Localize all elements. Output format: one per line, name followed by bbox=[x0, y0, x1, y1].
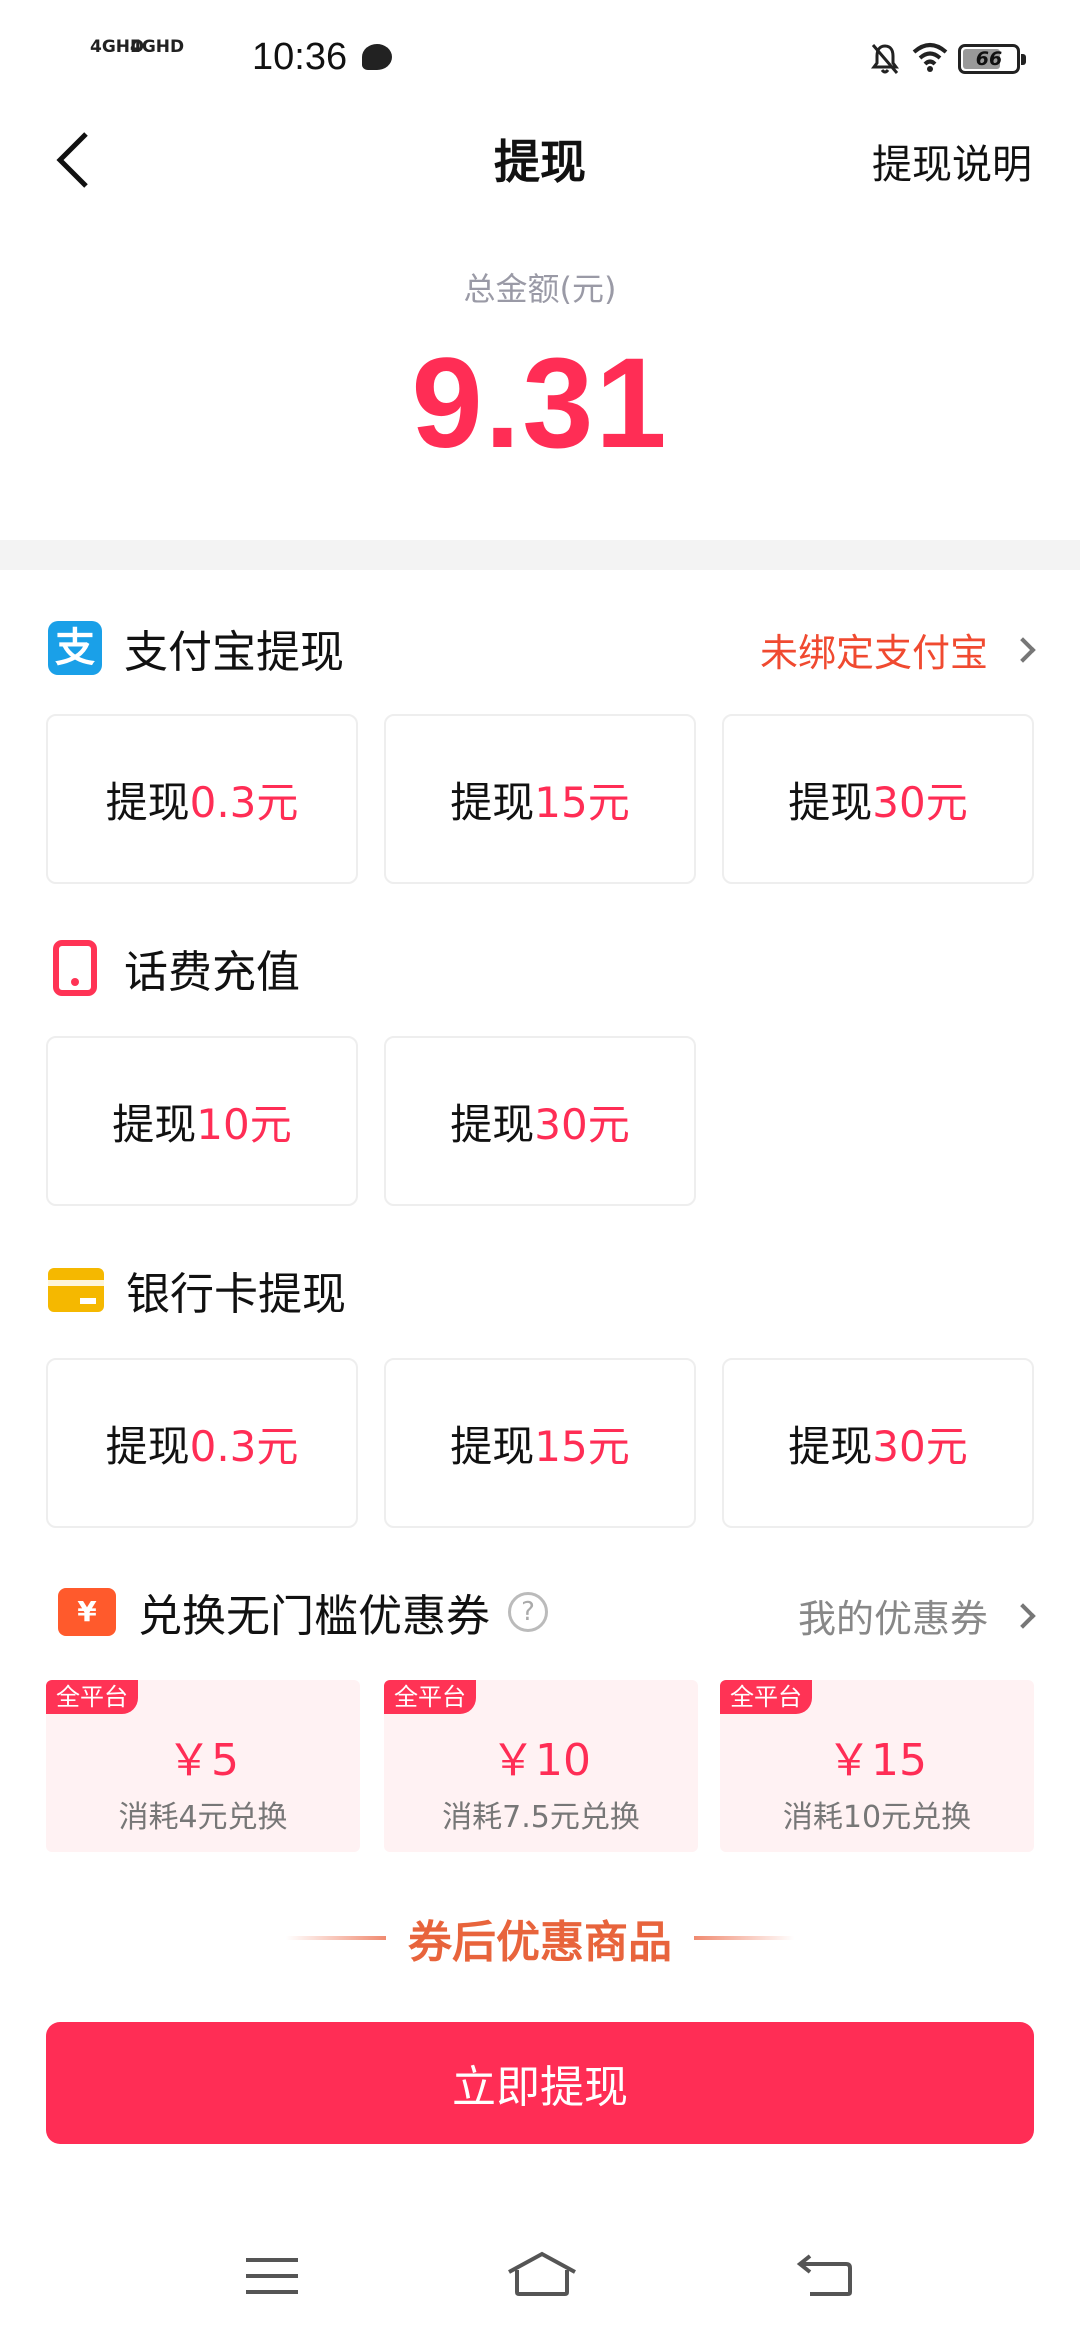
coupon-card-2[interactable]: 全平台 ￥15 消耗10元兑换 bbox=[720, 1680, 1034, 1852]
chevron-right-icon bbox=[1010, 1602, 1036, 1629]
promo-divider-right bbox=[694, 1936, 794, 1940]
bank-option-2[interactable]: 提现 30元 bbox=[722, 1358, 1034, 1528]
withdraw-help-link[interactable]: 提现说明 bbox=[872, 132, 1032, 190]
bank-section-title: 银行卡提现 bbox=[126, 1269, 346, 1320]
chevron-right-icon bbox=[1010, 636, 1036, 663]
signal-icon-sim2: 4GHD bbox=[130, 38, 184, 78]
coupon-tag: 全平台 bbox=[720, 1680, 812, 1714]
option-prefix: 提现 bbox=[450, 1099, 535, 1149]
bank-option-1[interactable]: 提现 15元 bbox=[384, 1358, 696, 1528]
phone-section-title: 话费充值 bbox=[124, 947, 300, 998]
option-amount: 15元 bbox=[534, 1421, 630, 1471]
coupon-section-title: 兑换无门槛优惠券 bbox=[138, 1591, 490, 1642]
phone-section-header: 话费充值 bbox=[48, 938, 300, 998]
phone-option-0[interactable]: 提现 10元 bbox=[46, 1036, 358, 1206]
option-amount: 10元 bbox=[196, 1099, 292, 1149]
wifi-icon bbox=[912, 43, 948, 72]
help-icon[interactable]: ? bbox=[508, 1592, 548, 1632]
coupon-icon: ¥ bbox=[58, 1588, 116, 1636]
coupon-section-header: ¥ 兑换无门槛优惠券 ? bbox=[58, 1582, 548, 1642]
my-coupons-link[interactable]: 我的优惠券 bbox=[797, 1588, 1036, 1643]
option-prefix: 提现 bbox=[112, 1099, 197, 1149]
bell-muted-icon bbox=[871, 44, 899, 74]
coupon-cost: 消耗7.5元兑换 bbox=[442, 1800, 640, 1835]
bind-alipay-link[interactable]: 未绑定支付宝 bbox=[759, 622, 1036, 677]
option-prefix: 提现 bbox=[105, 777, 190, 827]
coupon-cost: 消耗10元兑换 bbox=[782, 1800, 972, 1835]
alipay-section-header: 支 支付宝提现 bbox=[48, 618, 344, 678]
coupon-amount: ￥15 bbox=[827, 1735, 927, 1786]
withdraw-now-button[interactable]: 立即提现 bbox=[46, 2022, 1034, 2144]
section-divider bbox=[0, 540, 1080, 570]
home-icon[interactable] bbox=[505, 2250, 579, 2298]
alipay-section-title: 支付宝提现 bbox=[124, 627, 344, 678]
alipay-option-0[interactable]: 提现 0.3元 bbox=[46, 714, 358, 884]
status-time: 10:36 bbox=[252, 36, 348, 78]
chat-notification-icon bbox=[362, 44, 392, 70]
phone-icon bbox=[53, 940, 97, 996]
coupon-amount: ￥5 bbox=[167, 1735, 239, 1786]
phone-option-1[interactable]: 提现 30元 bbox=[384, 1036, 696, 1206]
alipay-icon: 支 bbox=[48, 621, 102, 675]
coupon-amount: ￥10 bbox=[491, 1735, 591, 1786]
bank-card-icon bbox=[48, 1268, 104, 1312]
coupon-cost: 消耗4元兑换 bbox=[118, 1800, 288, 1835]
coupon-card-1[interactable]: 全平台 ￥10 消耗7.5元兑换 bbox=[384, 1680, 698, 1852]
balance-value: 9.31 bbox=[411, 332, 669, 475]
option-amount: 0.3元 bbox=[189, 777, 299, 827]
promo-heading: 券后优惠商品 bbox=[0, 1906, 1080, 1970]
alipay-option-1[interactable]: 提现 15元 bbox=[384, 714, 696, 884]
option-prefix: 提现 bbox=[105, 1421, 190, 1471]
status-bar: 4GHD 4GHD 10:36 66 bbox=[0, 0, 1080, 110]
option-prefix: 提现 bbox=[788, 777, 873, 827]
bank-section-header: 银行卡提现 bbox=[48, 1260, 346, 1320]
battery-icon: 66 bbox=[958, 44, 1026, 74]
option-prefix: 提现 bbox=[788, 1421, 873, 1471]
coupon-card-0[interactable]: 全平台 ￥5 消耗4元兑换 bbox=[46, 1680, 360, 1852]
option-prefix: 提现 bbox=[450, 1421, 535, 1471]
promo-divider-left bbox=[286, 1936, 386, 1940]
option-amount: 30元 bbox=[872, 1421, 968, 1471]
bank-option-0[interactable]: 提现 0.3元 bbox=[46, 1358, 358, 1528]
signal-label: 4GHD bbox=[130, 37, 185, 57]
option-amount: 30元 bbox=[534, 1099, 630, 1149]
option-amount: 30元 bbox=[872, 777, 968, 827]
coupon-tag: 全平台 bbox=[384, 1680, 476, 1714]
option-amount: 0.3元 bbox=[189, 1421, 299, 1471]
promo-heading-text: 券后优惠商品 bbox=[408, 1917, 672, 1968]
balance-label: 总金额(元) bbox=[463, 270, 617, 308]
my-coupons-label: 我的优惠券 bbox=[797, 1597, 988, 1641]
nav-back-icon[interactable] bbox=[796, 2252, 854, 2298]
battery-level: 66 bbox=[975, 48, 1003, 70]
alipay-option-2[interactable]: 提现 30元 bbox=[722, 714, 1034, 884]
option-amount: 15元 bbox=[534, 777, 630, 827]
option-prefix: 提现 bbox=[450, 777, 535, 827]
coupon-tag: 全平台 bbox=[46, 1680, 138, 1714]
bind-alipay-label: 未绑定支付宝 bbox=[759, 631, 988, 675]
menu-icon[interactable] bbox=[246, 2258, 298, 2294]
